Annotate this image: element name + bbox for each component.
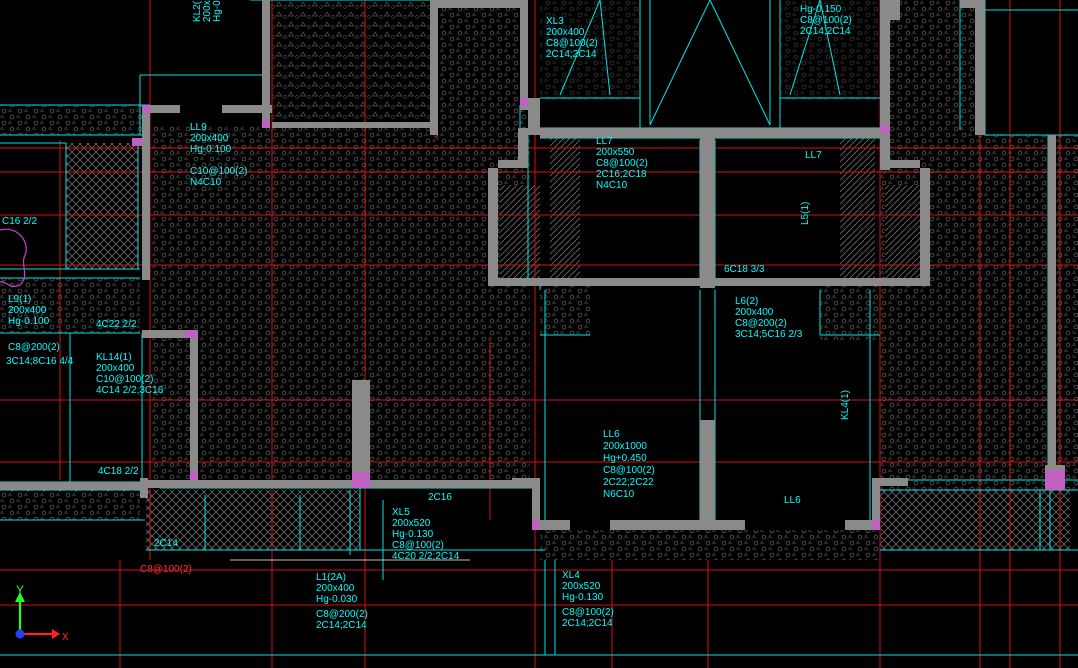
label-4c18: 4C18 2/2 xyxy=(98,466,139,477)
label-c16-2-2: C16 2/2 xyxy=(2,216,37,227)
label-4c22: 4C22 2/2 xyxy=(96,319,137,330)
ucs-x-label: X xyxy=(62,632,69,643)
label-ll7-small: LL7 xyxy=(805,150,822,161)
label-c8-200: C8@200(2) xyxy=(8,342,60,353)
ucs-origin xyxy=(15,629,25,639)
label-kl4: KL4(1) xyxy=(840,390,851,420)
label-c8-100-red: C8@100(2) xyxy=(140,564,192,575)
label-l5: L5(1) xyxy=(800,202,811,225)
label-2c14: 2C14 xyxy=(154,538,178,549)
label-ll6-small: LL6 xyxy=(784,495,801,506)
label-3c14-8c16: 3C14;8C16 4/4 xyxy=(6,356,74,367)
label-6c18: 6C18 3/3 xyxy=(724,264,765,275)
label-kl21: KL2(1) 200x400 Hg-0.050 xyxy=(192,0,223,22)
ucs-y-label: Y xyxy=(16,583,24,597)
cad-drawing-canvas[interactable]: KL2(1) 200x400 Hg-0.050 LL7 200x550 C8@1… xyxy=(0,0,1078,668)
label-2c16: 2C16 xyxy=(428,492,452,503)
